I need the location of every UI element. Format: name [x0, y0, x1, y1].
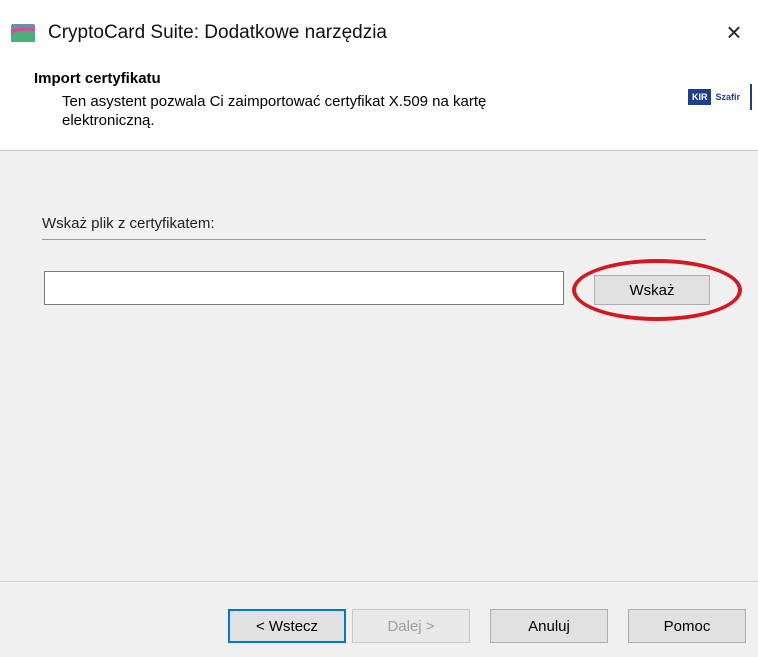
- window-title: CryptoCard Suite: Dodatkowe narzędzia: [48, 22, 388, 43]
- browse-button[interactable]: Wskaż: [594, 275, 710, 305]
- back-button[interactable]: < Wstecz: [228, 609, 346, 643]
- window-titlebar: CryptoCard Suite: Dodatkowe narzędzia ×: [0, 0, 758, 60]
- file-label: Wskaż plik z certyfikatem:: [42, 215, 215, 232]
- next-button[interactable]: Dalej >: [352, 609, 470, 643]
- wizard-footer: < Wstecz Dalej > Anuluj Pomoc: [0, 581, 758, 657]
- wizard-content: Wskaż plik z certyfikatem: Wskaż: [0, 151, 758, 581]
- logo-divider: [750, 84, 752, 110]
- cancel-button[interactable]: Anuluj: [490, 609, 608, 643]
- close-icon[interactable]: ×: [716, 14, 752, 50]
- certificate-path-input[interactable]: [44, 271, 564, 305]
- logo-szafir: Szafir: [715, 92, 740, 102]
- logo-kir: KIR: [687, 89, 712, 105]
- label-separator: [42, 239, 706, 240]
- wizard-header: Import certyfikatu Ten asystent pozwala …: [0, 60, 758, 151]
- cryptocard-app-icon: [11, 24, 35, 42]
- help-button[interactable]: Pomoc: [628, 609, 746, 643]
- kir-szafir-logo: KIR Szafir: [687, 84, 752, 110]
- page-description: Ten asystent pozwala Ci zaimportować cer…: [62, 93, 487, 129]
- page-title: Import certyfikatu: [34, 70, 161, 87]
